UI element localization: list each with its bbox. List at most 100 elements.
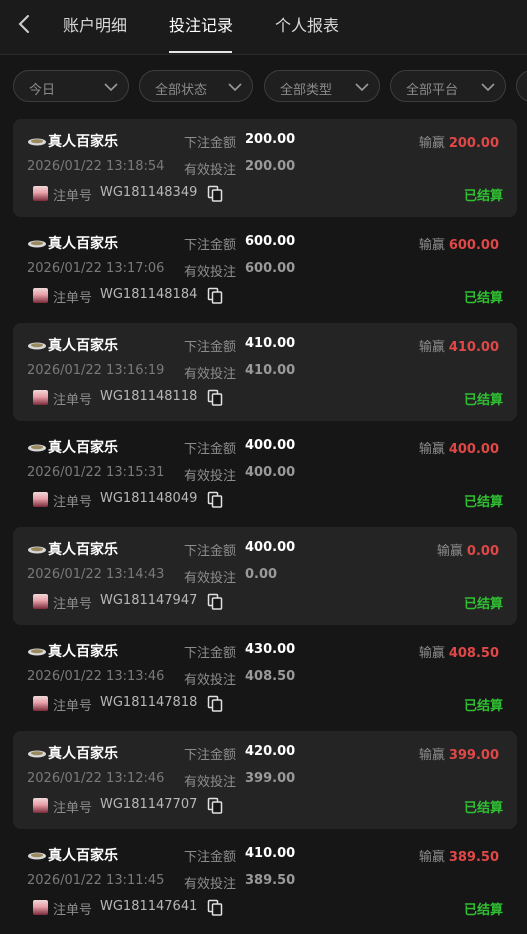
game-name: 真人百家乐 bbox=[48, 440, 118, 456]
tab-personal-report[interactable]: 个人报表 bbox=[275, 12, 339, 36]
settlement-status: 已结算 bbox=[463, 903, 503, 918]
valid-bet-label: 有效投注 bbox=[184, 163, 237, 178]
order-number: WG181148118 bbox=[100, 389, 198, 404]
baccarat-chip-icon bbox=[28, 138, 46, 146]
filter-type[interactable]: 全部类型 bbox=[264, 70, 380, 102]
valid-bet-label: 有效投注 bbox=[184, 469, 237, 484]
filter-bar: 今日 全部状态 全部类型 全部平台 bbox=[0, 55, 527, 119]
copy-icon[interactable] bbox=[207, 593, 223, 610]
bet-amount-label: 下注金额 bbox=[184, 544, 237, 559]
order-number: WG181147707 bbox=[100, 797, 198, 812]
valid-bet-value: 389.50 bbox=[245, 873, 296, 888]
bet-amount-label: 下注金额 bbox=[184, 646, 237, 661]
valid-bet-value: 399.00 bbox=[245, 771, 296, 786]
dealer-avatar bbox=[33, 492, 48, 507]
win-loss-value: 408.50 bbox=[448, 646, 499, 661]
chevron-down-icon bbox=[228, 83, 242, 92]
filter-label: 全部类型 bbox=[280, 83, 333, 98]
valid-bet-label: 有效投注 bbox=[184, 673, 237, 688]
bet-record-row[interactable]: 真人百家乐 下注金额 410.00 输赢 410.00 2026/01/22 13:16:… bbox=[13, 323, 517, 421]
win-loss-value: 389.50 bbox=[448, 850, 499, 865]
filter-date[interactable]: 今日 bbox=[13, 70, 129, 102]
bet-record-row[interactable]: 真人百家乐 下注金额 400.00 输赢 0.00 2026/01/22 13:14:43… bbox=[13, 527, 517, 625]
chevron-down-icon bbox=[481, 83, 495, 92]
bet-record-row[interactable]: 真人百家乐 下注金额 200.00 输赢 200.00 2026/01/22 13:18:… bbox=[13, 119, 517, 217]
active-tab-indicator bbox=[169, 51, 232, 53]
filter-platform[interactable]: 全部平台 bbox=[390, 70, 506, 102]
valid-bet-value: 600.00 bbox=[245, 261, 296, 276]
tab-account-details[interactable]: 账户明细 bbox=[63, 12, 127, 36]
order-number-label: 注单号 bbox=[53, 597, 93, 612]
filter-label: 今日 bbox=[29, 83, 56, 98]
win-loss-label: 输赢 bbox=[418, 340, 445, 355]
tab-bet-records[interactable]: 投注记录 bbox=[169, 12, 233, 36]
bet-amount-value: 400.00 bbox=[245, 540, 296, 555]
filter-status[interactable]: 全部状态 bbox=[139, 70, 253, 102]
win-loss-label: 输赢 bbox=[418, 646, 445, 661]
order-number: WG181147947 bbox=[100, 593, 198, 608]
settlement-status: 已结算 bbox=[463, 597, 503, 612]
order-number-label: 注单号 bbox=[53, 699, 93, 714]
chevron-left-icon bbox=[18, 15, 29, 33]
dealer-avatar bbox=[33, 186, 48, 201]
valid-bet-label: 有效投注 bbox=[184, 775, 237, 790]
copy-icon[interactable] bbox=[207, 491, 223, 508]
baccarat-chip-icon bbox=[28, 750, 46, 758]
order-number-label: 注单号 bbox=[53, 291, 93, 306]
win-loss-value: 399.00 bbox=[448, 748, 499, 763]
win-loss: 输赢 0.00 bbox=[437, 540, 499, 559]
win-loss-value: 400.00 bbox=[448, 442, 499, 457]
filter-label: 全部状态 bbox=[155, 83, 208, 98]
order-number-label: 注单号 bbox=[53, 189, 93, 204]
settlement-status: 已结算 bbox=[463, 189, 503, 204]
bet-time: 2026/01/22 13:14:43 bbox=[27, 567, 165, 582]
settlement-status: 已结算 bbox=[463, 801, 503, 816]
bet-amount-label: 下注金额 bbox=[184, 850, 237, 865]
baccarat-chip-icon bbox=[28, 546, 46, 554]
bet-record-row[interactable]: 真人百家乐 下注金额 430.00 输赢 408.50 2026/01/22 13:13:… bbox=[13, 629, 517, 727]
bet-time: 2026/01/22 13:13:46 bbox=[27, 669, 165, 684]
settlement-status: 已结算 bbox=[463, 699, 503, 714]
valid-bet-label: 有效投注 bbox=[184, 367, 237, 382]
back-button[interactable] bbox=[13, 13, 35, 35]
baccarat-chip-icon bbox=[28, 648, 46, 656]
chevron-down-icon bbox=[104, 83, 118, 92]
copy-icon[interactable] bbox=[207, 287, 223, 304]
bet-amount-label: 下注金额 bbox=[184, 136, 237, 151]
filter-label: 全部平台 bbox=[406, 83, 459, 98]
settlement-status: 已结算 bbox=[463, 291, 503, 306]
copy-icon[interactable] bbox=[207, 797, 223, 814]
win-loss-label: 输赢 bbox=[436, 544, 463, 559]
copy-icon[interactable] bbox=[207, 389, 223, 406]
win-loss-value: 410.00 bbox=[448, 340, 499, 355]
win-loss: 输赢 600.00 bbox=[419, 234, 499, 253]
top-bar: 账户明细 投注记录 个人报表 bbox=[0, 0, 527, 55]
win-loss-label: 输赢 bbox=[418, 850, 445, 865]
valid-bet-label: 有效投注 bbox=[184, 571, 237, 586]
copy-icon[interactable] bbox=[207, 185, 223, 202]
bet-amount-value: 410.00 bbox=[245, 846, 296, 861]
win-loss-value: 200.00 bbox=[448, 136, 499, 151]
bet-record-row[interactable]: 真人百家乐 下注金额 420.00 输赢 399.00 2026/01/22 13:12:… bbox=[13, 731, 517, 829]
game-name: 真人百家乐 bbox=[48, 644, 118, 660]
dealer-avatar bbox=[33, 390, 48, 405]
valid-bet-value: 400.00 bbox=[245, 465, 296, 480]
win-loss-label: 输赢 bbox=[418, 238, 445, 253]
valid-bet-value: 200.00 bbox=[245, 159, 296, 174]
bet-record-row[interactable]: 真人百家乐 下注金额 600.00 输赢 600.00 2026/01/22 13:17:… bbox=[13, 221, 517, 319]
game-name: 真人百家乐 bbox=[48, 338, 118, 354]
dealer-avatar bbox=[33, 798, 48, 813]
win-loss: 输赢 400.00 bbox=[419, 438, 499, 457]
bet-amount-value: 420.00 bbox=[245, 744, 296, 759]
win-loss-value: 0.00 bbox=[466, 544, 499, 559]
copy-icon[interactable] bbox=[207, 899, 223, 916]
game-name: 真人百家乐 bbox=[48, 848, 118, 864]
baccarat-chip-icon bbox=[28, 342, 46, 350]
bet-record-row[interactable]: 真人百家乐 下注金额 410.00 输赢 389.50 2026/01/22 13:11:… bbox=[13, 833, 517, 931]
filter-more[interactable] bbox=[516, 70, 527, 102]
valid-bet-value: 408.50 bbox=[245, 669, 296, 684]
bet-time: 2026/01/22 13:12:46 bbox=[27, 771, 165, 786]
bet-record-row[interactable]: 真人百家乐 下注金额 400.00 输赢 400.00 2026/01/22 13:15:… bbox=[13, 425, 517, 523]
copy-icon[interactable] bbox=[207, 695, 223, 712]
bet-amount-label: 下注金额 bbox=[184, 238, 237, 253]
